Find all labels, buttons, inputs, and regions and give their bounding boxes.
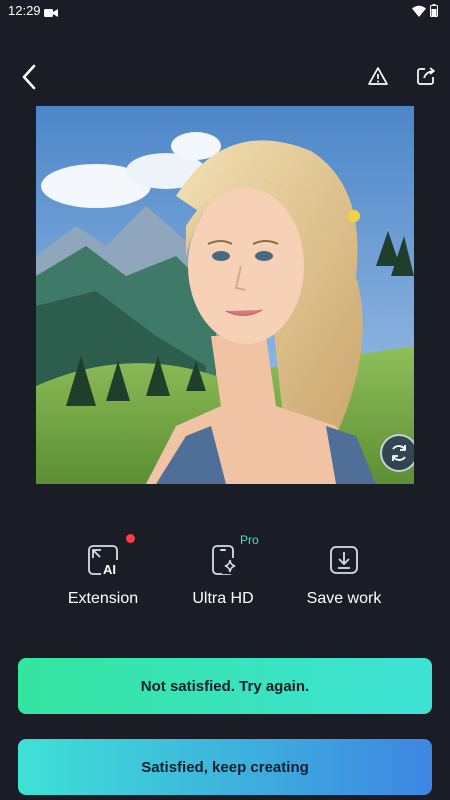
- status-time: 12:29: [8, 3, 41, 18]
- save-work-label: Save work: [306, 590, 382, 607]
- phone-sparkle-icon: [207, 544, 239, 576]
- try-again-button[interactable]: Not satisfied. Try again.: [18, 658, 432, 714]
- svg-text:AI: AI: [103, 562, 116, 576]
- video-camera-icon: [44, 5, 58, 23]
- ai-expand-icon: AI: [87, 544, 119, 577]
- share-icon[interactable]: [414, 64, 438, 88]
- save-work-tool[interactable]: Save work: [284, 530, 404, 620]
- back-arrow-icon[interactable]: [14, 62, 44, 92]
- battery-icon: [430, 4, 438, 22]
- status-bar: 12:29: [0, 0, 450, 22]
- ultra-hd-label: Ultra HD: [192, 590, 254, 607]
- generated-portrait-image: [36, 106, 414, 484]
- keep-creating-button[interactable]: Satisfied, keep creating: [18, 739, 432, 795]
- tool-row: AI Extension Pro Ultra HD Save work: [0, 530, 450, 620]
- wifi-icon: [412, 4, 426, 22]
- extension-tool[interactable]: AI Extension: [43, 530, 163, 620]
- refresh-icon[interactable]: [380, 434, 414, 472]
- download-icon: [328, 544, 360, 576]
- extension-label: Extension: [67, 590, 139, 607]
- ultra-hd-tool[interactable]: Pro Ultra HD: [163, 530, 283, 620]
- top-bar: [0, 50, 450, 100]
- warning-icon[interactable]: [366, 64, 390, 88]
- notification-dot: [126, 534, 135, 543]
- pro-badge: Pro: [240, 533, 259, 547]
